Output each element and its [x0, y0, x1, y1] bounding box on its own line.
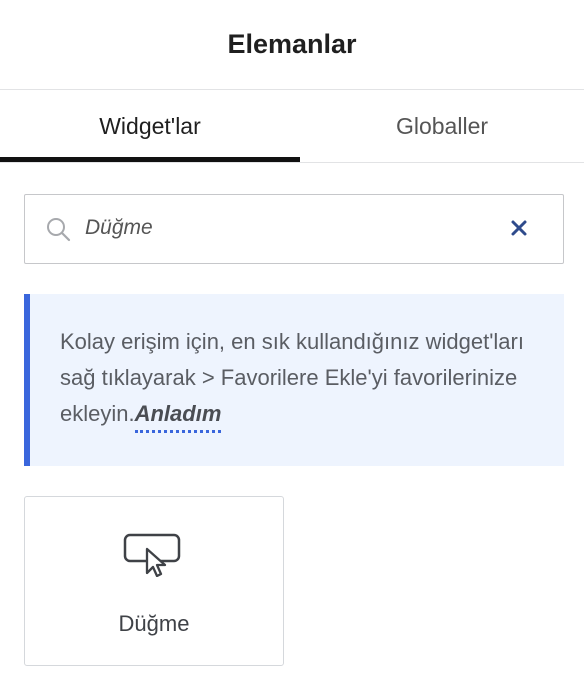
- tab-globals[interactable]: Globaller: [300, 90, 584, 162]
- button-pointer-icon: [123, 533, 181, 577]
- close-icon[interactable]: [507, 216, 531, 240]
- tab-widgets[interactable]: Widget'lar: [0, 90, 300, 162]
- panel-title: Elemanlar: [227, 29, 357, 59]
- widget-card-button[interactable]: Düğme: [24, 496, 284, 666]
- got-it-link[interactable]: Anladım: [134, 401, 222, 433]
- search-input[interactable]: [85, 195, 485, 261]
- notice-text: Kolay erişim için, en sık kullandığınız …: [60, 329, 524, 426]
- panel-header: Elemanlar: [0, 0, 584, 90]
- favorites-notice: Kolay erişim için, en sık kullandığınız …: [24, 294, 564, 466]
- search-icon: [47, 218, 71, 242]
- widget-label: Düğme: [118, 611, 190, 636]
- tab-bar: Widget'lar Globaller: [0, 90, 584, 163]
- search-box: [24, 194, 564, 264]
